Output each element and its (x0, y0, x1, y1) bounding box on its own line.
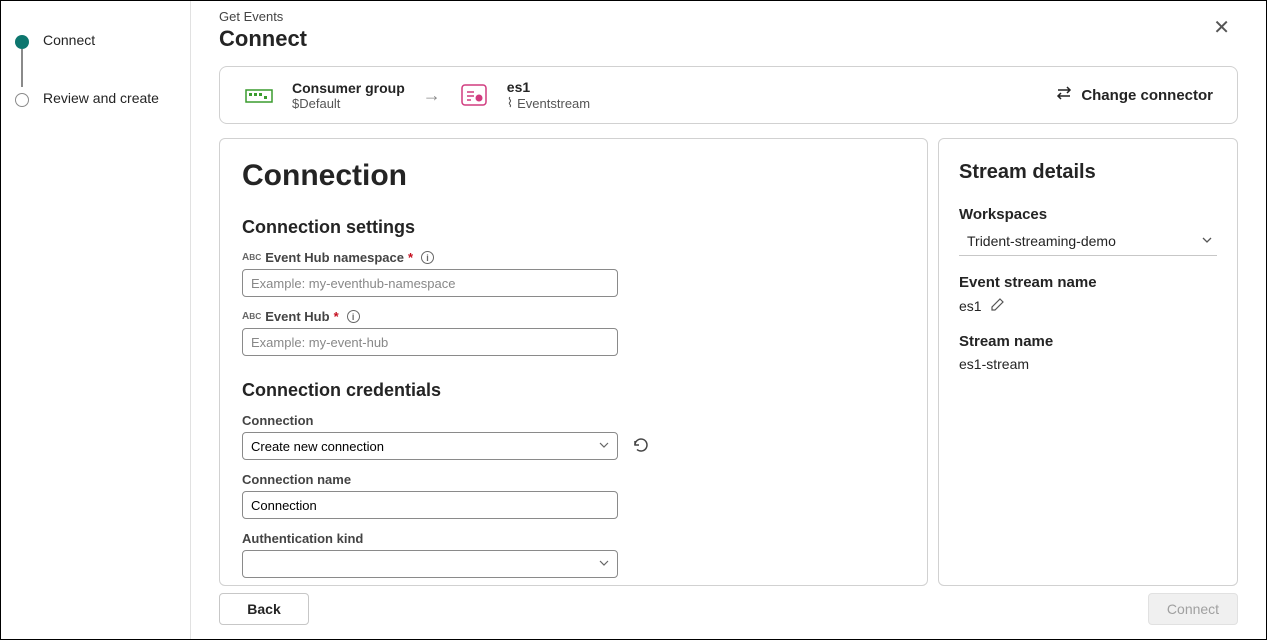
edit-icon[interactable] (990, 297, 1005, 315)
stream-details-title: Stream details (959, 161, 1217, 184)
connection-name-input[interactable] (242, 491, 618, 519)
wizard-step-connect[interactable]: Connect (15, 31, 176, 51)
connector-target-sub: ⌇ Eventstream (507, 95, 590, 111)
field-label-text: Connection (242, 413, 314, 428)
connector-target: es1 ⌇ Eventstream (507, 79, 590, 111)
step-label: Review and create (43, 89, 159, 109)
back-button[interactable]: Back (219, 593, 309, 625)
breadcrumb: Get Events (219, 9, 1238, 24)
chevron-down-icon (1201, 233, 1213, 249)
field-authentication-kind: Authentication kind (242, 531, 899, 578)
connector-bar: Consumer group $Default → es1 ⌇ Eventstr… (219, 66, 1238, 124)
event-stream-name-label: Event stream name (959, 274, 1217, 291)
authentication-kind-select[interactable] (242, 550, 618, 578)
field-connection-name: Connection name (242, 472, 899, 519)
step-indicator-active-icon (15, 35, 29, 49)
settings-subheading: Connection settings (242, 217, 899, 238)
connector-target-title: es1 (507, 79, 590, 95)
connection-select[interactable] (242, 432, 618, 460)
page-title: Connect (219, 26, 1238, 52)
wizard-footer: Back Connect (219, 581, 1238, 639)
wizard-step-review[interactable]: Review and create (15, 89, 176, 109)
workspaces-value: Trident-streaming-demo (967, 233, 1116, 249)
stream-small-icon: ⌇ (507, 95, 513, 111)
change-connector-button[interactable]: Change connector (1055, 84, 1213, 106)
required-indicator: * (334, 309, 339, 324)
swap-icon (1055, 84, 1073, 106)
info-icon[interactable]: i (421, 251, 434, 264)
stream-name-label: Stream name (959, 333, 1217, 350)
step-label: Connect (43, 31, 95, 51)
credentials-subheading: Connection credentials (242, 380, 899, 401)
field-event-hub: ABC Event Hub * i (242, 309, 899, 356)
refresh-icon (632, 442, 650, 457)
arrow-right-icon: → (423, 85, 441, 106)
workspaces-label: Workspaces (959, 206, 1217, 223)
stream-details-panel: Stream details Workspaces Trident-stream… (938, 138, 1238, 586)
refresh-button[interactable] (630, 434, 652, 459)
event-hub-namespace-input[interactable] (242, 269, 618, 297)
field-label-text: Connection name (242, 472, 351, 487)
change-connector-label: Change connector (1081, 87, 1213, 104)
field-label-text: Event Hub namespace (265, 250, 404, 265)
eventstream-icon (459, 80, 489, 110)
section-heading: Connection (242, 159, 899, 193)
field-connection: Connection (242, 413, 899, 460)
text-type-icon: ABC (242, 253, 261, 263)
field-label-text: Event Hub (265, 309, 329, 324)
connect-button[interactable]: Connect (1148, 593, 1238, 625)
field-label-text: Authentication kind (242, 531, 363, 546)
event-hub-input[interactable] (242, 328, 618, 356)
stream-name-value: es1-stream (959, 356, 1217, 372)
workspaces-select[interactable]: Trident-streaming-demo (959, 229, 1217, 256)
connection-form-panel[interactable]: Connection Connection settings ABC Event… (219, 138, 928, 586)
close-icon: ✕ (1213, 17, 1230, 39)
connector-source: Consumer group $Default (292, 80, 405, 111)
wizard-sidebar: Connect Review and create (1, 1, 191, 639)
step-indicator-pending-icon (15, 93, 29, 107)
event-stream-name-value: es1 (959, 298, 982, 314)
required-indicator: * (408, 250, 413, 265)
consumer-group-icon (244, 80, 274, 110)
connector-source-title: Consumer group (292, 80, 405, 96)
main-content: Get Events Connect ✕ Consumer group $Def… (191, 1, 1266, 639)
field-event-hub-namespace: ABC Event Hub namespace * i (242, 250, 899, 297)
text-type-icon: ABC (242, 312, 261, 322)
info-icon[interactable]: i (347, 310, 360, 323)
connector-source-sub: $Default (292, 96, 405, 111)
close-button[interactable]: ✕ (1209, 11, 1234, 44)
